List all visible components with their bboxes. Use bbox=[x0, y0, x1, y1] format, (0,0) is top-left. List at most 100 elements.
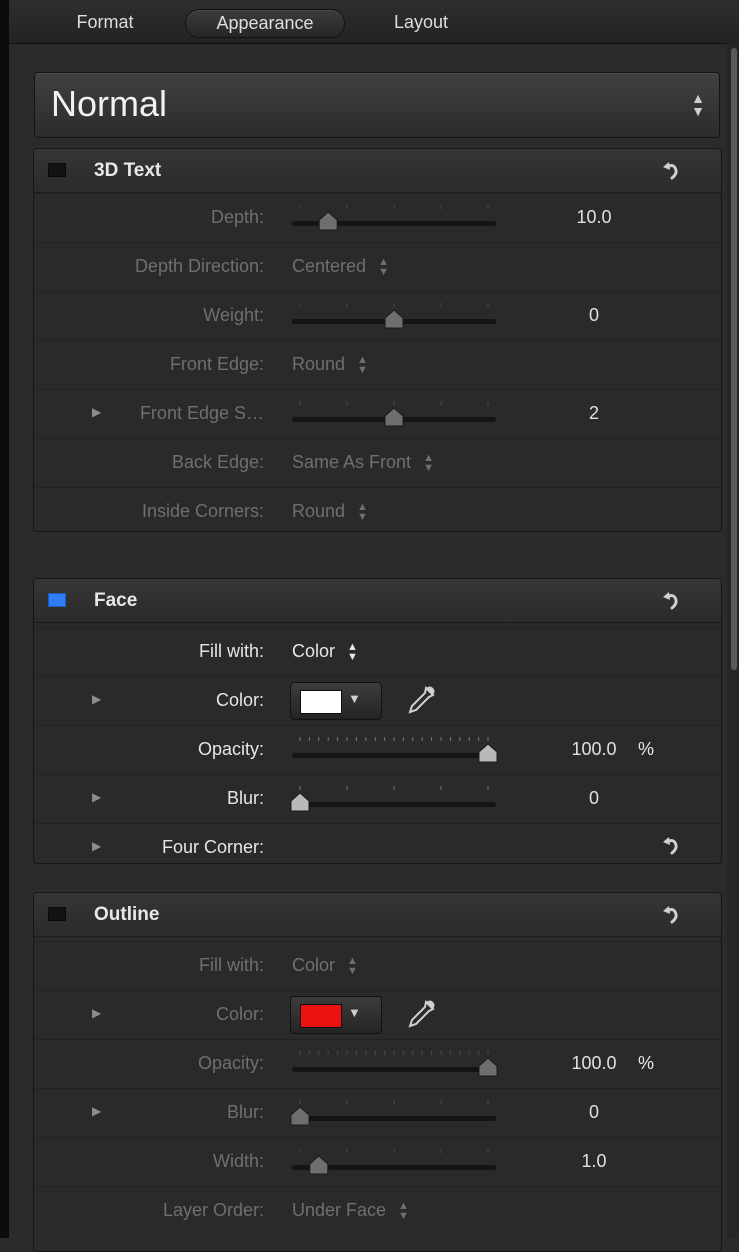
disclosure-triangle-icon[interactable]: ▶ bbox=[92, 692, 101, 706]
front-edge-value: Round bbox=[292, 354, 346, 374]
face-fill-popup[interactable]: Color ▲ ▼ bbox=[292, 641, 358, 663]
tab-appearance[interactable]: Appearance bbox=[185, 9, 345, 38]
eyedropper-icon[interactable] bbox=[402, 997, 438, 1033]
reset-arrow-icon[interactable] bbox=[661, 590, 683, 612]
slider-knob[interactable] bbox=[318, 211, 338, 231]
slider-tick bbox=[393, 401, 395, 405]
four-corner-label: Four Corner: bbox=[161, 837, 264, 857]
weight-value[interactable]: 0 bbox=[554, 305, 634, 326]
slider-knob[interactable] bbox=[384, 407, 404, 427]
preset-popup[interactable]: Normal ▲ ▼ bbox=[34, 72, 720, 138]
tab-bar: Format Appearance Layout bbox=[9, 0, 739, 44]
outline-fill-label: Fill with: bbox=[198, 955, 264, 975]
slider-knob[interactable] bbox=[478, 743, 498, 763]
slider-tick bbox=[337, 1051, 339, 1055]
outline-color-well[interactable]: ▼ bbox=[290, 996, 382, 1034]
outline-color-swatch[interactable] bbox=[300, 1004, 342, 1028]
slider-knob[interactable] bbox=[478, 1057, 498, 1077]
slider-track bbox=[292, 1116, 496, 1121]
slider-track bbox=[292, 1067, 496, 1072]
outline-fill-popup[interactable]: Color ▲ ▼ bbox=[292, 955, 358, 977]
slider-knob[interactable] bbox=[384, 309, 404, 329]
preset-label: Normal bbox=[51, 83, 168, 124]
layer-order-popup[interactable]: Under Face ▲ ▼ bbox=[292, 1200, 409, 1222]
slider-tick bbox=[440, 1051, 442, 1055]
group-face: Face Fill with: Color ▲ ▼ ▶ Color: ▼ Opaci… bbox=[33, 578, 722, 864]
disclosure-triangle-icon[interactable]: ▶ bbox=[92, 839, 101, 853]
face-fill-label: Fill with: bbox=[198, 641, 264, 661]
slider-tick bbox=[393, 1100, 395, 1104]
dropdown-arrow-icon[interactable]: ▼ bbox=[348, 691, 361, 706]
reset-arrow-icon[interactable] bbox=[661, 160, 683, 182]
slider-tick bbox=[393, 303, 395, 307]
back-edge-value: Same As Front bbox=[292, 452, 412, 472]
face-color-label: Color: bbox=[215, 690, 264, 710]
eyedropper-icon[interactable] bbox=[402, 683, 438, 719]
dropdown-arrow-icon[interactable]: ▼ bbox=[348, 1005, 361, 1020]
disclosure-triangle-icon[interactable]: ▶ bbox=[92, 405, 101, 419]
scrollbar-thumb[interactable] bbox=[731, 48, 737, 670]
face-opacity-slider[interactable] bbox=[288, 734, 500, 766]
slider-tick bbox=[299, 1149, 301, 1153]
enable-3d-text-checkbox[interactable] bbox=[48, 163, 66, 177]
outline-width-value[interactable]: 1.0 bbox=[554, 1151, 634, 1172]
slider-knob[interactable] bbox=[309, 1155, 329, 1175]
slider-knob[interactable] bbox=[290, 792, 310, 812]
front-edge-popup[interactable]: Round ▲ ▼ bbox=[292, 354, 368, 376]
front-edge-size-value[interactable]: 2 bbox=[554, 403, 634, 424]
group-outline: Outline Fill with: Color ▲ ▼ ▶ Color: ▼ Op… bbox=[33, 892, 722, 1252]
group-title: Outline bbox=[94, 904, 160, 925]
row-outline-width: Width: 1.0 bbox=[34, 1137, 721, 1186]
row-outline-fill: Fill with: Color ▲ ▼ bbox=[34, 941, 721, 990]
disclosure-triangle-icon[interactable]: ▶ bbox=[92, 1104, 101, 1118]
tab-format[interactable]: Format bbox=[61, 9, 149, 36]
row-face-opacity: Opacity: 100.0 % bbox=[34, 725, 721, 774]
back-edge-label: Back Edge: bbox=[171, 452, 264, 472]
row-weight: Weight: 0 bbox=[34, 291, 721, 340]
slider-tick bbox=[487, 303, 489, 307]
slider-knob[interactable] bbox=[290, 1106, 310, 1126]
face-blur-value[interactable]: 0 bbox=[554, 788, 634, 809]
slider-tick bbox=[459, 1051, 461, 1055]
tab-layout[interactable]: Layout bbox=[377, 9, 465, 36]
outline-width-slider[interactable] bbox=[288, 1146, 500, 1178]
inside-corners-label: Inside Corners: bbox=[141, 501, 264, 521]
reset-arrow-icon[interactable] bbox=[661, 835, 683, 857]
outline-width-label: Width: bbox=[212, 1151, 264, 1171]
reset-arrow-icon[interactable] bbox=[661, 904, 683, 926]
enable-face-checkbox[interactable] bbox=[48, 593, 66, 607]
outline-blur-value[interactable]: 0 bbox=[554, 1102, 634, 1123]
slider-tick bbox=[346, 401, 348, 405]
slider-tick bbox=[402, 737, 404, 741]
depth-direction-popup[interactable]: Centered ▲ ▼ bbox=[292, 256, 389, 278]
up-down-arrows-icon: ▲ ▼ bbox=[691, 90, 705, 119]
outline-opacity-value[interactable]: 100.0 bbox=[554, 1053, 634, 1074]
layer-order-value: Under Face bbox=[292, 1200, 387, 1220]
back-edge-popup[interactable]: Same As Front ▲ ▼ bbox=[292, 452, 434, 474]
outline-blur-slider[interactable] bbox=[288, 1097, 500, 1129]
slider-tick bbox=[384, 737, 386, 741]
enable-outline-checkbox[interactable] bbox=[48, 907, 66, 921]
slider-tick bbox=[318, 1051, 320, 1055]
front-edge-size-slider[interactable] bbox=[288, 398, 500, 430]
slider-tick bbox=[346, 205, 348, 209]
row-face-blur: ▶ Blur: 0 bbox=[34, 774, 721, 823]
slider-graphic bbox=[292, 303, 496, 329]
inside-corners-popup[interactable]: Round ▲ ▼ bbox=[292, 501, 368, 523]
face-color-swatch[interactable] bbox=[300, 690, 342, 714]
slider-tick bbox=[468, 1051, 470, 1055]
depth-slider[interactable] bbox=[288, 202, 500, 234]
slider-tick bbox=[440, 401, 442, 405]
face-blur-slider[interactable] bbox=[288, 783, 500, 815]
face-opacity-value[interactable]: 100.0 bbox=[554, 739, 634, 760]
slider-graphic bbox=[292, 1051, 498, 1077]
depth-value[interactable]: 10.0 bbox=[554, 207, 634, 228]
front-edge-label: Front Edge: bbox=[169, 354, 264, 374]
slider-tick bbox=[393, 1149, 395, 1153]
disclosure-triangle-icon[interactable]: ▶ bbox=[92, 1006, 101, 1020]
slider-graphic bbox=[292, 737, 498, 763]
face-color-well[interactable]: ▼ bbox=[290, 682, 382, 720]
weight-slider[interactable] bbox=[288, 300, 500, 332]
disclosure-triangle-icon[interactable]: ▶ bbox=[92, 790, 101, 804]
outline-opacity-slider[interactable] bbox=[288, 1048, 500, 1080]
